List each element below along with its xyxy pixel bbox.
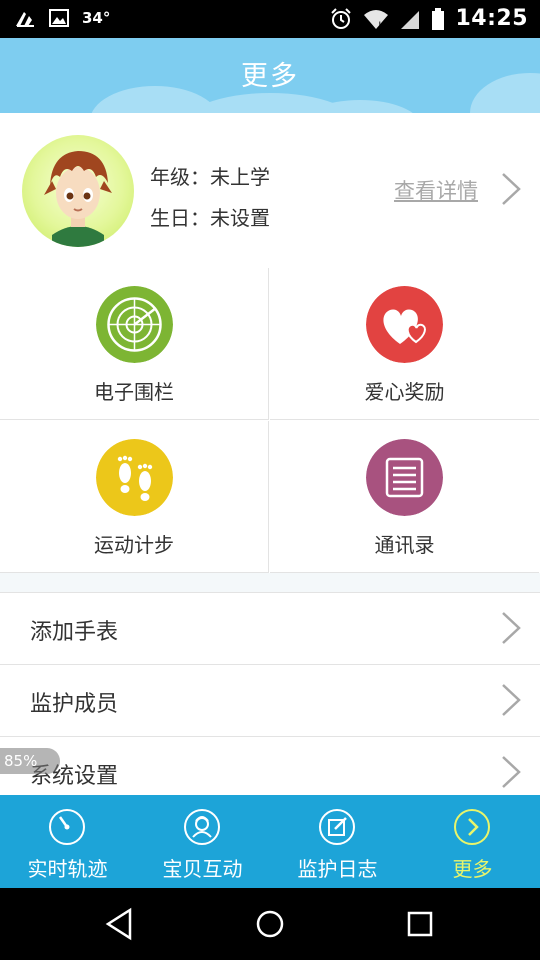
edit-log-icon: [319, 809, 355, 845]
tab-baby-interact[interactable]: 宝贝互动: [135, 795, 270, 888]
profile-info: 年级：未上学 生日：未设置: [150, 157, 270, 239]
feature-step-counter[interactable]: 运动计步: [0, 421, 269, 573]
radar-icon: [96, 286, 173, 363]
svg-text:!: !: [378, 21, 382, 30]
contacts-list-icon: [366, 439, 443, 516]
menu-item-label: 监护成员: [30, 692, 119, 717]
menu-item-add-watch[interactable]: 添加手表: [0, 592, 540, 664]
child-profile-card[interactable]: 年级：未上学 生日：未设置 查看详情: [0, 113, 540, 269]
cleaner-notification-icon: [16, 12, 34, 27]
tab-label: 宝贝互动: [162, 857, 243, 881]
settings-menu: 添加手表 监护成员 系统设置: [0, 592, 540, 808]
grade-label: 年级：: [150, 165, 210, 189]
alarm-icon: [331, 7, 352, 29]
app-header: 更多: [0, 38, 540, 113]
temperature-text: 34°: [82, 9, 111, 27]
feature-grid: 电子围栏 爱心奖励 运动计步 通讯录: [0, 268, 540, 573]
feature-geofence[interactable]: 电子围栏: [0, 268, 269, 420]
recent-apps-icon[interactable]: [402, 906, 438, 942]
grade-value: 未上学: [210, 165, 270, 189]
chevron-right-icon[interactable]: [500, 172, 522, 206]
clock-text: 14:25: [455, 6, 528, 31]
chevron-right-icon: [502, 684, 521, 716]
cartoon-boy-avatar-icon: [44, 151, 112, 247]
feature-label: 运动计步: [94, 533, 174, 557]
bottom-tab-bar: 实时轨迹 宝贝互动 监护日志 更多: [0, 795, 540, 888]
tab-label: 实时轨迹: [27, 857, 108, 881]
status-bar: 34° ! 14:25: [0, 0, 540, 38]
hearts-icon: [366, 286, 443, 363]
tab-more[interactable]: 更多: [405, 795, 540, 888]
feature-love-reward[interactable]: 爱心奖励: [270, 268, 539, 420]
menu-item-label: 添加手表: [30, 620, 119, 645]
realtime-track-icon: [49, 809, 85, 845]
birthday-value: 未设置: [210, 206, 270, 230]
feature-label: 电子围栏: [94, 380, 174, 404]
home-icon[interactable]: [252, 906, 288, 942]
baby-interact-icon: [184, 809, 220, 845]
chevron-right-icon: [502, 756, 521, 788]
view-details-link[interactable]: 查看详情: [394, 175, 478, 205]
birthday-label: 生日：: [150, 206, 210, 230]
back-icon[interactable]: [102, 906, 138, 942]
footprints-icon: [96, 439, 173, 516]
signal-icon: [401, 10, 420, 29]
floating-battery-widget[interactable]: 85%: [0, 748, 60, 774]
wifi-icon: !: [364, 9, 389, 30]
more-arrow-icon: [454, 809, 490, 845]
tab-label: 更多: [452, 857, 493, 881]
menu-item-guardians[interactable]: 监护成员: [0, 664, 540, 736]
feature-label: 通讯录: [374, 533, 435, 557]
avatar[interactable]: [22, 135, 134, 247]
tab-guard-log[interactable]: 监护日志: [270, 795, 405, 888]
tab-label: 监护日志: [297, 857, 378, 881]
image-notification-icon: [49, 9, 69, 27]
system-navigation-bar: [0, 888, 540, 960]
page-title: 更多: [241, 61, 299, 92]
feature-label: 爱心奖励: [364, 380, 445, 404]
chevron-right-icon: [502, 612, 521, 644]
feature-contacts[interactable]: 通讯录: [270, 421, 539, 573]
battery-percent-text: 85%: [4, 752, 38, 770]
battery-icon: [432, 7, 445, 30]
tab-realtime-track[interactable]: 实时轨迹: [0, 795, 135, 888]
